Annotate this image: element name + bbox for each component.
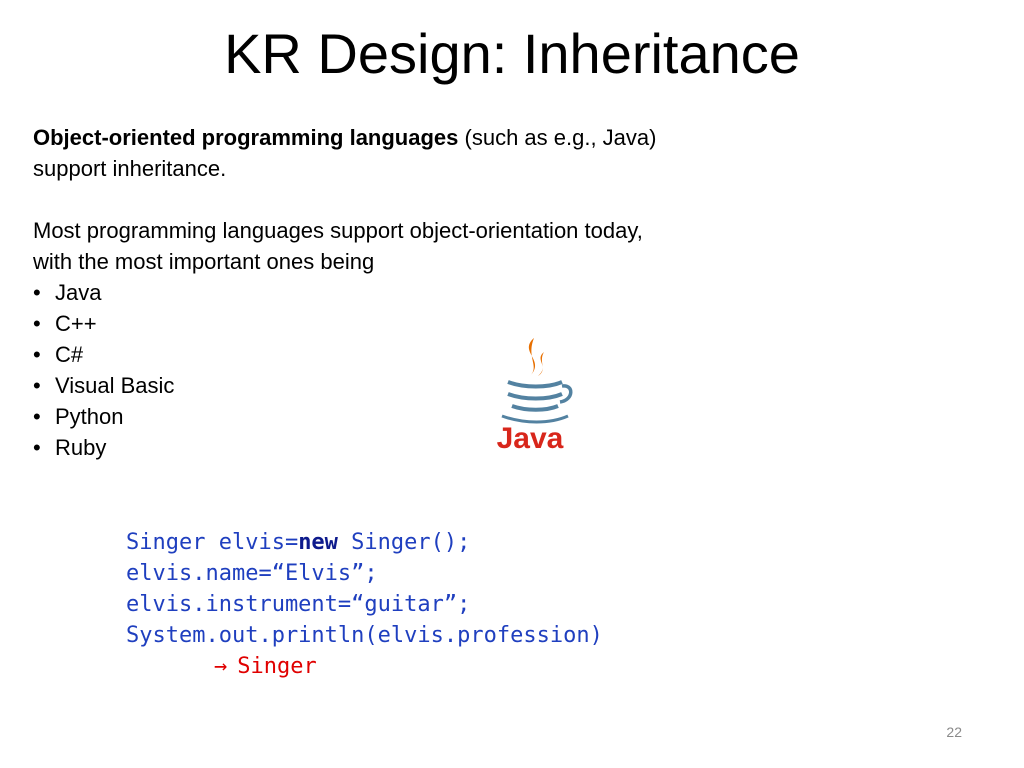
- languages-paragraph: Most programming languages support objec…: [33, 215, 873, 277]
- code-text: Singer elvis=: [126, 530, 299, 555]
- page-number: 22: [946, 724, 962, 740]
- list-item-label: Python: [55, 404, 124, 429]
- list-item: • Python: [33, 401, 873, 432]
- bullet: •: [33, 311, 41, 336]
- code-line-2: elvis.name=“Elvis”;: [126, 561, 378, 586]
- slide-body: Object-oriented programming languages (s…: [33, 122, 873, 463]
- list-item-label: Ruby: [55, 435, 107, 460]
- list-item: • C#: [33, 339, 873, 370]
- para2-line1-text: Most programming languages support objec…: [33, 218, 643, 243]
- bullet: •: [33, 280, 41, 305]
- list-item-label: Java: [55, 280, 102, 305]
- list-item-label: C#: [55, 342, 84, 367]
- intro-rest-text: (such as e.g., Java): [458, 125, 657, 150]
- java-logo-svg: Java: [497, 338, 573, 455]
- code-line-3: elvis.instrument=“guitar”;: [126, 592, 471, 617]
- list-item: • Ruby: [33, 432, 873, 463]
- code-output-line: → Singer: [126, 651, 603, 682]
- list-item: • C++: [33, 308, 873, 339]
- list-item: • Java: [33, 277, 873, 308]
- slide: KR Design: Inheritance Object-oriented p…: [0, 0, 1024, 768]
- arrow-right-icon: →: [214, 654, 228, 679]
- list-item-label: C++: [55, 311, 97, 336]
- code-block: Singer elvis=new Singer(); elvis.name=“El…: [126, 527, 603, 682]
- bullet: •: [33, 342, 41, 367]
- list-item: • Visual Basic: [33, 370, 873, 401]
- slide-title: KR Design: Inheritance: [224, 22, 800, 85]
- intro-paragraph: Object-oriented programming languages (s…: [33, 122, 873, 184]
- para2-line2-text: with the most important ones being: [33, 249, 375, 274]
- intro-line2-text: support inheritance.: [33, 156, 227, 181]
- bullet: •: [33, 404, 41, 429]
- code-line-4: System.out.println(elvis.profession): [126, 623, 603, 648]
- language-list: • Java • C++ • C# • Visual Basic • Python • Ru…: [33, 277, 873, 463]
- java-logo-icon: Java: [468, 330, 592, 458]
- code-keyword-new: new: [298, 530, 338, 555]
- bullet: •: [33, 435, 41, 460]
- intro-bold-text: Object-oriented programming languages: [33, 125, 459, 150]
- code-output-text: Singer: [237, 654, 317, 679]
- bullet: •: [33, 373, 41, 398]
- code-text: Singer();: [337, 530, 471, 555]
- list-item-label: Visual Basic: [55, 373, 175, 398]
- code-line-1: Singer elvis=new Singer();: [126, 527, 603, 558]
- java-logo-text: Java: [497, 422, 564, 455]
